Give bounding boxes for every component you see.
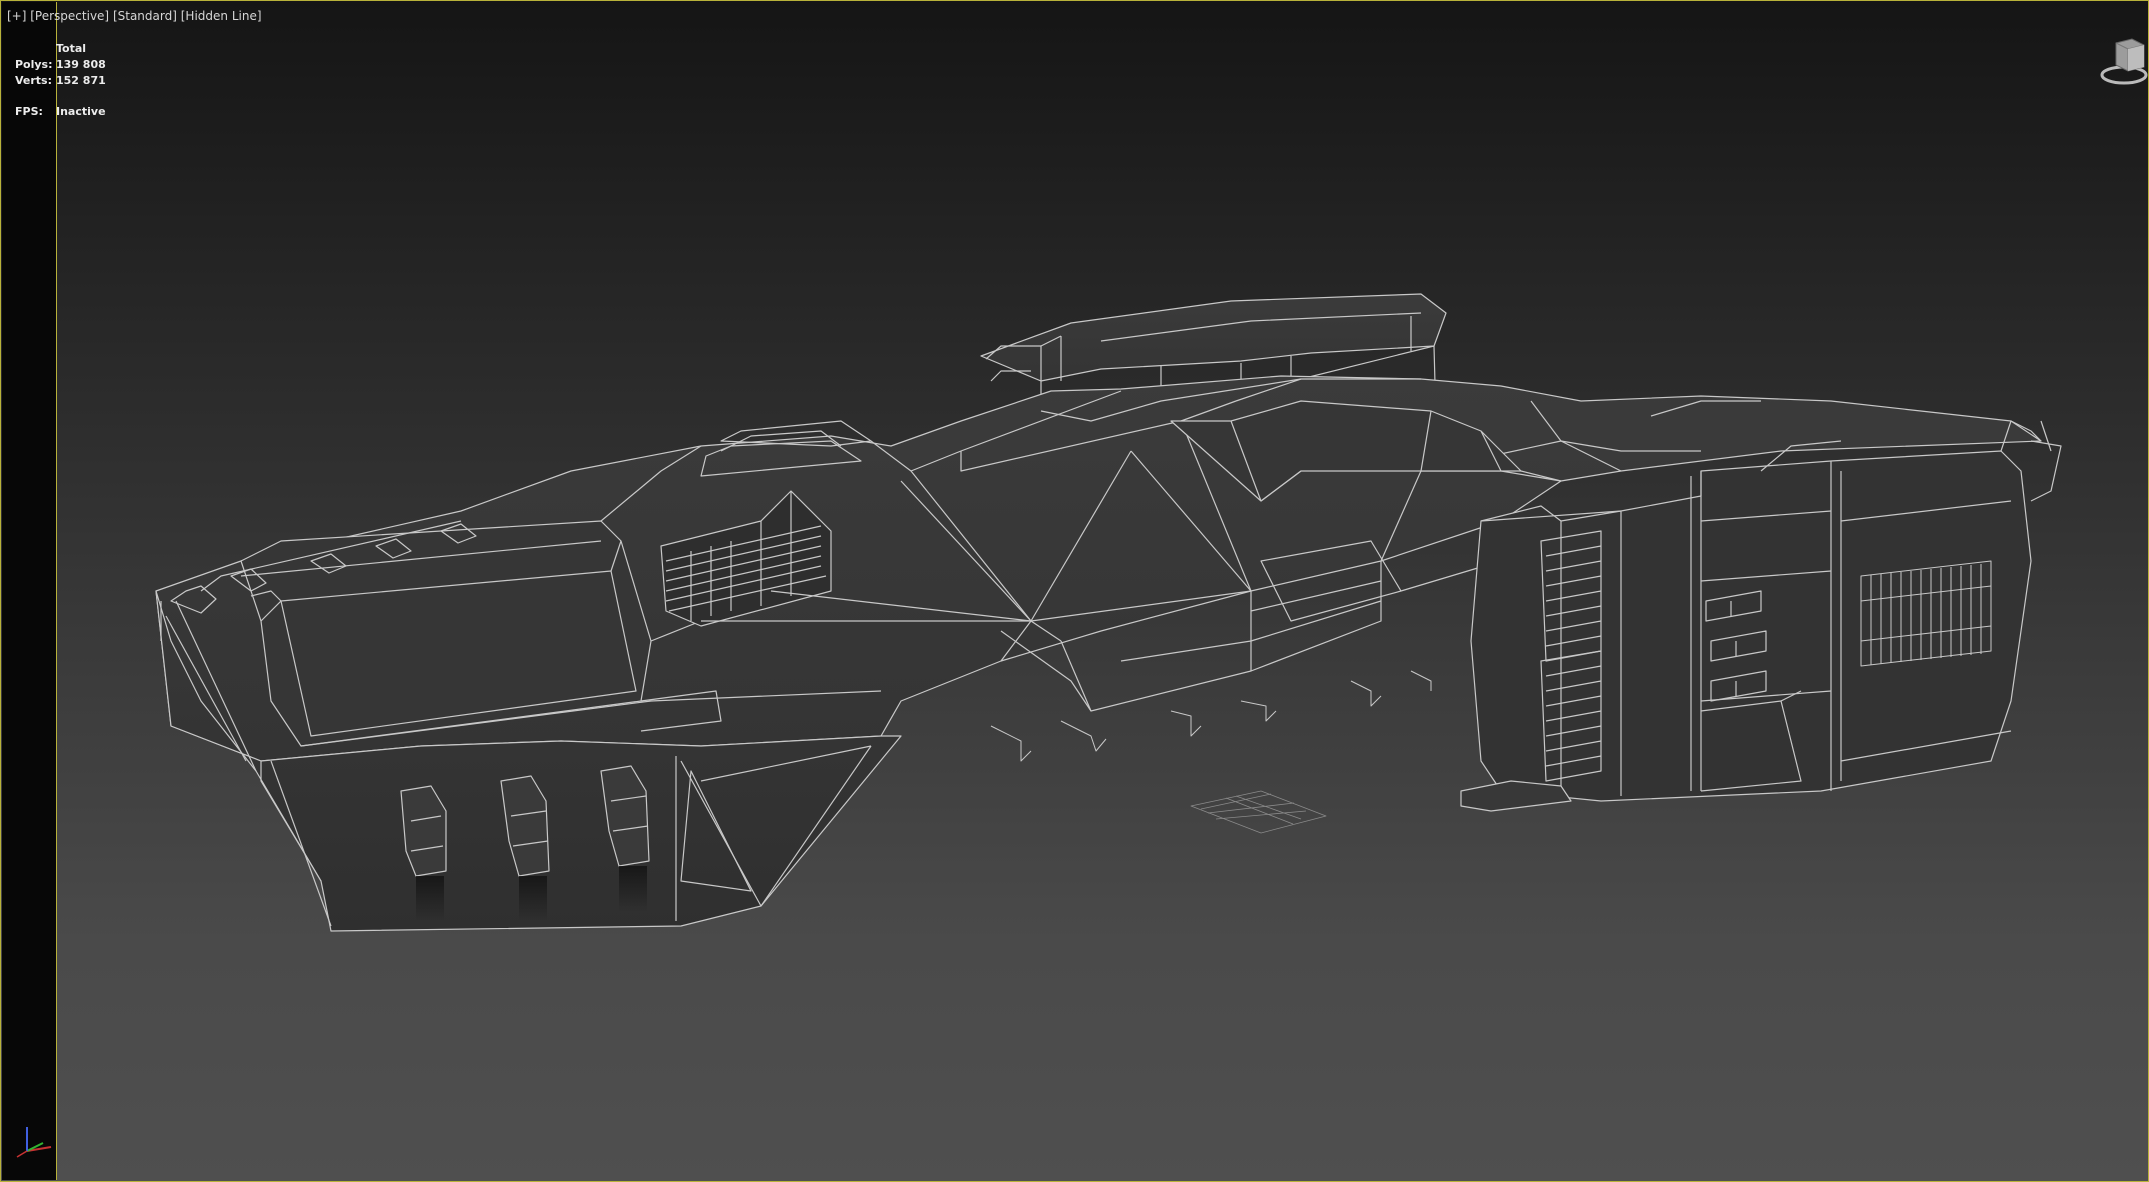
viewport-style-menu[interactable]: [Hidden Line] bbox=[181, 9, 262, 23]
fps-label: FPS: bbox=[15, 105, 43, 118]
viewport-plus-menu[interactable]: [+] bbox=[7, 9, 26, 23]
polys-value: 139 808 bbox=[56, 58, 106, 71]
axis-tripod-icon bbox=[16, 1127, 52, 1158]
verts-label: Verts: bbox=[15, 74, 53, 87]
viewport-view-menu[interactable]: [Perspective] bbox=[30, 9, 109, 23]
spaceship-model[interactable] bbox=[1, 1, 2149, 1182]
viewcube-icon[interactable] bbox=[2100, 37, 2148, 89]
ground-grid bbox=[1190, 790, 1327, 834]
viewport-shading-menu[interactable]: [Standard] bbox=[113, 9, 177, 23]
stats-total-header: Total bbox=[56, 42, 87, 55]
perspective-viewport[interactable]: [+] [Perspective] [Standard] [Hidden Lin… bbox=[0, 0, 2149, 1182]
statistics-overlay: Total Polys: 139 808 Verts: 152 871 FPS:… bbox=[15, 41, 106, 120]
landing-gear bbox=[990, 670, 1432, 762]
verts-value: 152 871 bbox=[56, 74, 106, 87]
polys-label: Polys: bbox=[15, 58, 53, 71]
upper-deck bbox=[980, 293, 1447, 382]
viewport-label-menu: [+] [Perspective] [Standard] [Hidden Lin… bbox=[7, 9, 262, 23]
fps-value: Inactive bbox=[56, 105, 106, 118]
